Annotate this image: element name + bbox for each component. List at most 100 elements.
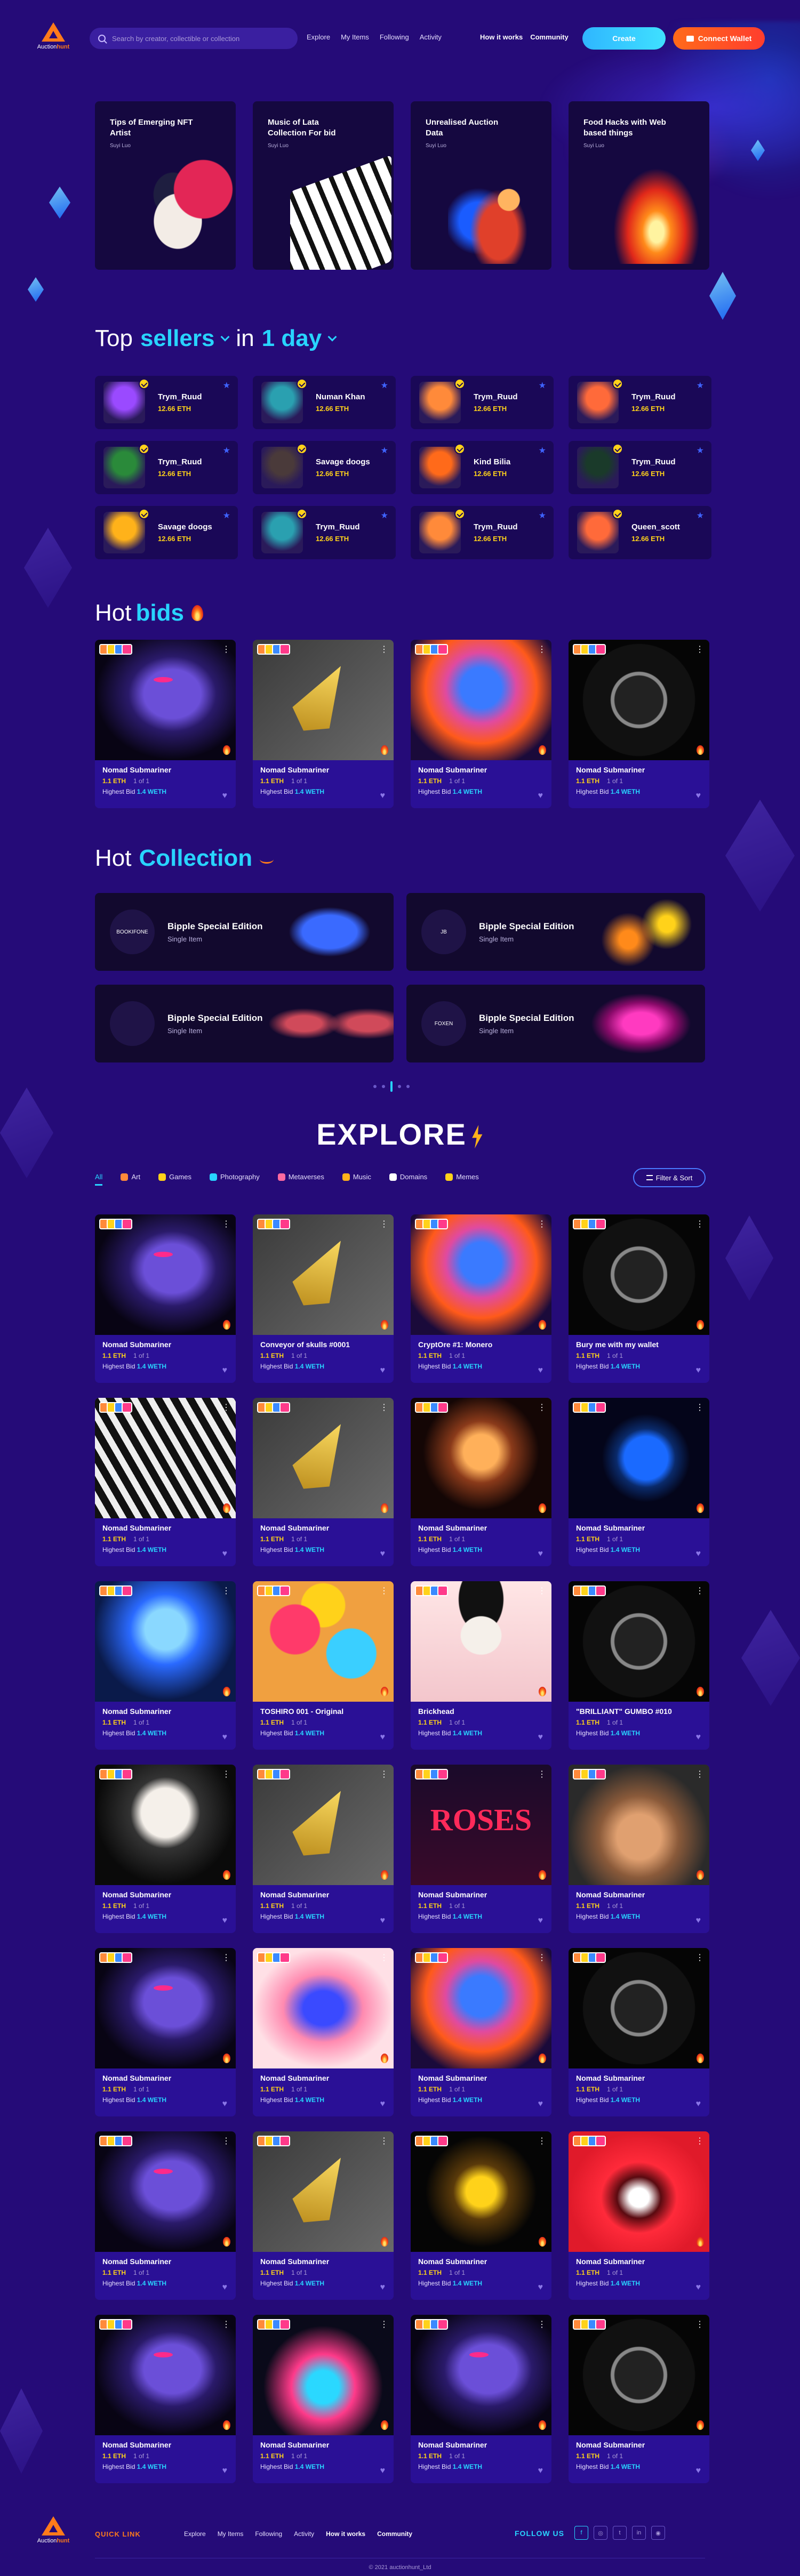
nft-image[interactable]: ⋮ — [253, 2315, 394, 2435]
star-icon[interactable]: ★ — [223, 380, 230, 391]
nft-image[interactable]: ⋮ — [253, 1214, 394, 1335]
heart-icon[interactable]: ♥ — [222, 2283, 228, 2292]
filter-games[interactable]: Games — [158, 1173, 191, 1181]
owner-avatar[interactable] — [595, 644, 606, 655]
pager-dot-active[interactable] — [390, 1081, 393, 1092]
nft-image[interactable]: ⋮ — [569, 1398, 709, 1518]
star-icon[interactable]: ★ — [697, 510, 704, 521]
nft-image[interactable]: ⋮ — [253, 1581, 394, 1702]
footer-nav-activity[interactable]: Activity — [294, 2530, 314, 2538]
nft-card[interactable]: ⋮Nomad Submariner1.1 ETH1 of 1Highest Bi… — [253, 2131, 394, 2300]
more-options-icon[interactable]: ⋮ — [222, 1769, 230, 1780]
more-options-icon[interactable]: ⋮ — [222, 2136, 230, 2146]
more-options-icon[interactable]: ⋮ — [695, 2136, 704, 2146]
nft-image[interactable]: ⋮ — [95, 1214, 236, 1335]
more-options-icon[interactable]: ⋮ — [380, 644, 388, 655]
nav-following[interactable]: Following — [380, 33, 409, 41]
nft-image[interactable]: ⋮ — [411, 1214, 551, 1335]
nft-image[interactable]: ⋮ — [253, 1948, 394, 2068]
nft-card[interactable]: ⋮Nomad Submariner1.1 ETH1 of 1Highest Bi… — [569, 1398, 709, 1566]
heart-icon[interactable]: ♥ — [380, 791, 386, 801]
owner-avatar[interactable] — [595, 1219, 606, 1229]
star-icon[interactable]: ★ — [381, 380, 388, 391]
owner-avatar[interactable] — [437, 1219, 448, 1229]
more-options-icon[interactable]: ⋮ — [222, 2319, 230, 2330]
nft-image[interactable]: ⋮ — [253, 1398, 394, 1518]
heart-icon[interactable]: ♥ — [222, 1366, 228, 1375]
owner-avatar[interactable] — [279, 644, 290, 655]
nft-card[interactable]: ⋮Nomad Submariner1.1 ETH1 of 1Highest Bi… — [95, 2131, 236, 2300]
nft-image[interactable]: ⋮ — [411, 1398, 551, 1518]
heart-icon[interactable]: ♥ — [696, 791, 701, 801]
owner-avatar[interactable] — [122, 644, 132, 655]
heart-icon[interactable]: ♥ — [696, 1366, 701, 1375]
heart-icon[interactable]: ♥ — [538, 1366, 543, 1375]
more-options-icon[interactable]: ⋮ — [538, 1952, 546, 1963]
pager-dot[interactable] — [398, 1085, 401, 1088]
twitter-icon[interactable]: t — [613, 2526, 627, 2540]
heart-icon[interactable]: ♥ — [380, 2099, 386, 2109]
nft-card[interactable]: ⋮Nomad Submariner1.1 ETH1 of 1Highest Bi… — [95, 1214, 236, 1383]
nft-image[interactable]: ⋮ — [95, 640, 236, 760]
owner-avatar[interactable] — [437, 644, 448, 655]
footer-nav-community[interactable]: Community — [377, 2530, 412, 2538]
more-options-icon[interactable]: ⋮ — [380, 1769, 388, 1780]
heart-icon[interactable]: ♥ — [538, 2283, 543, 2292]
more-options-icon[interactable]: ⋮ — [380, 1402, 388, 1413]
footer-nav-my-items[interactable]: My Items — [218, 2530, 244, 2538]
create-button[interactable]: Create — [582, 27, 666, 50]
filter-sort-button[interactable]: Filter & Sort — [633, 1168, 706, 1187]
footer-logo[interactable]: Auctionhunt — [35, 2516, 72, 2548]
heart-icon[interactable]: ♥ — [222, 1733, 228, 1742]
seller-card[interactable]: Trym_Ruud 12.66 ETH ★ — [95, 441, 238, 494]
nft-card[interactable]: ⋮ Bury me with my wallet 1.1 ETH 1 of 1 High… — [569, 1214, 709, 1383]
owner-avatar[interactable] — [595, 1769, 606, 1780]
nft-card[interactable]: ⋮Nomad Submariner1.1 ETH1 of 1Highest Bi… — [253, 1765, 394, 1933]
more-options-icon[interactable]: ⋮ — [222, 1585, 230, 1596]
featured-card[interactable]: Music of Lata Collection For bid Suyi Luo — [253, 101, 394, 270]
footer-nav-following[interactable]: Following — [255, 2530, 282, 2538]
owner-avatar[interactable] — [437, 1402, 448, 1413]
heart-icon[interactable]: ♥ — [380, 2466, 386, 2476]
nft-card[interactable]: ⋮ Conveyor of skulls #0001 1.1 ETH 1 of 1 Hi… — [253, 1214, 394, 1383]
heart-icon[interactable]: ♥ — [538, 791, 543, 801]
filter-all[interactable]: All — [95, 1173, 103, 1186]
heart-icon[interactable]: ♥ — [222, 1549, 228, 1559]
logo[interactable]: Auctionhunt — [35, 22, 72, 54]
search-bar[interactable] — [90, 28, 298, 49]
nft-card[interactable]: ⋮Nomad Submariner1.1 ETH1 of 1Highest Bi… — [411, 640, 551, 808]
owner-avatar[interactable] — [279, 2319, 290, 2330]
nft-card[interactable]: ⋮Nomad Submariner1.1 ETH1 of 1Highest Bi… — [411, 1765, 551, 1933]
owner-avatar[interactable] — [122, 1402, 132, 1413]
discord-icon[interactable]: ◉ — [651, 2526, 665, 2540]
star-icon[interactable]: ★ — [697, 445, 704, 456]
sellers-dropdown[interactable]: sellers — [140, 325, 214, 352]
filter-art[interactable]: Art — [121, 1173, 140, 1181]
more-options-icon[interactable]: ⋮ — [538, 644, 546, 655]
linkedin-icon[interactable]: in — [632, 2526, 646, 2540]
nft-card[interactable]: ⋮Nomad Submariner1.1 ETH1 of 1Highest Bi… — [95, 1765, 236, 1933]
featured-card[interactable]: Tips of Emerging NFT Artist Suyi Luo — [95, 101, 236, 270]
nft-image[interactable]: ⋮ — [95, 1765, 236, 1885]
seller-card[interactable]: Trym_Ruud 12.66 ETH ★ — [411, 506, 554, 559]
more-options-icon[interactable]: ⋮ — [380, 2136, 388, 2146]
nft-card[interactable]: ⋮Nomad Submariner1.1 ETH1 of 1Highest Bi… — [253, 640, 394, 808]
owner-avatar[interactable] — [437, 2319, 448, 2330]
owner-avatar[interactable] — [595, 1402, 606, 1413]
star-icon[interactable]: ★ — [381, 445, 388, 456]
heart-icon[interactable]: ♥ — [380, 1549, 386, 1559]
nft-card[interactable]: ⋮Nomad Submariner1.1 ETH1 of 1Highest Bi… — [569, 1948, 709, 2116]
nft-image[interactable]: ⋮ — [95, 2131, 236, 2252]
instagram-icon[interactable]: ◎ — [594, 2526, 607, 2540]
heart-icon[interactable]: ♥ — [380, 1366, 386, 1375]
nft-image[interactable]: ⋮ — [411, 2131, 551, 2252]
nft-image[interactable]: ⋮ — [569, 2131, 709, 2252]
nft-image[interactable]: ⋮ — [569, 1948, 709, 2068]
nft-image[interactable]: ⋮ — [411, 1765, 551, 1885]
owner-avatar[interactable] — [279, 1219, 290, 1229]
heart-icon[interactable]: ♥ — [222, 2099, 228, 2109]
seller-card[interactable]: Trym_Ruud 12.66 ETH ★ — [569, 376, 711, 429]
more-options-icon[interactable]: ⋮ — [695, 1952, 704, 1963]
seller-card[interactable]: Kind Bilia 12.66 ETH ★ — [411, 441, 554, 494]
nft-card[interactable]: ⋮Nomad Submariner1.1 ETH1 of 1Highest Bi… — [569, 2315, 709, 2483]
